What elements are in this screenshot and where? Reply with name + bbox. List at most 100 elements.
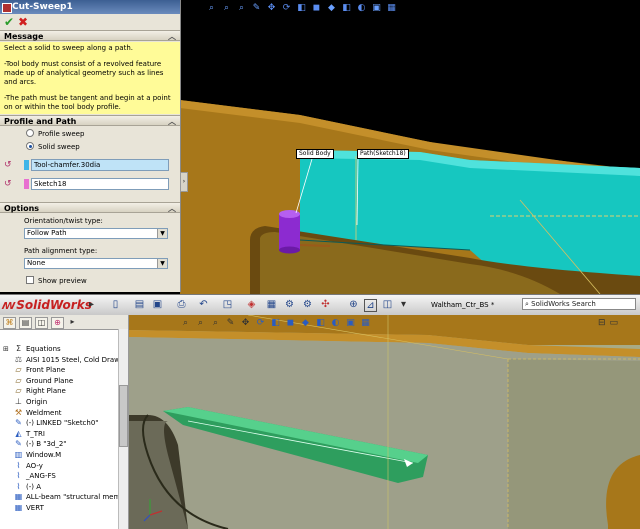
- tree-item-icon: Σ: [15, 344, 22, 353]
- path-callout[interactable]: Path(Sketch18): [357, 149, 409, 159]
- tree-item[interactable]: ◭ T_TRI: [14, 429, 124, 439]
- configuration-manager-tab-icon[interactable]: ◫: [35, 317, 48, 329]
- window-controls: ⊟ ▭: [598, 318, 618, 328]
- file-properties-icon[interactable]: ▦: [266, 299, 277, 310]
- view-settings-icon[interactable]: ▦: [360, 318, 371, 329]
- document-title: Waltham_Ctr_BS *: [431, 301, 495, 309]
- pan-icon[interactable]: ✥: [240, 318, 251, 329]
- toolbar-dropdown-icon[interactable]: ▾: [398, 299, 409, 310]
- tree-item[interactable]: ✎ (-) LINKED "Sketch0": [14, 418, 124, 428]
- save-icon[interactable]: ▣: [152, 299, 163, 310]
- tree-item[interactable]: ⌇ (-) A: [14, 482, 124, 492]
- instant3d-icon[interactable]: ✣: [320, 299, 331, 310]
- pan-icon[interactable]: ✥: [266, 3, 277, 14]
- display-pane-icon[interactable]: ⊟: [598, 318, 606, 328]
- tree-item[interactable]: ▱ Ground Plane: [14, 376, 124, 386]
- apply-scene-icon[interactable]: ▣: [345, 318, 356, 329]
- new-document-icon[interactable]: ▯: [110, 299, 121, 310]
- front-view-icon[interactable]: ◧: [270, 318, 281, 329]
- path-icon: ↺: [4, 179, 12, 189]
- solid-sweep-radio[interactable]: Solid sweep: [26, 142, 80, 152]
- dimxpert-tab-icon[interactable]: ⊕: [51, 317, 64, 329]
- tree-item-label: VERT: [26, 504, 44, 512]
- sketch-icon[interactable]: ⊿: [364, 299, 377, 312]
- tree-scrollbar-thumb[interactable]: [119, 385, 128, 447]
- zoom-area-icon[interactable]: ⌕: [195, 318, 206, 329]
- path-field[interactable]: Sketch18: [31, 178, 169, 190]
- solidworks-logo[interactable]: ꟿSolidWorks: [2, 297, 92, 313]
- menu-arrow-icon[interactable]: ▸: [86, 299, 97, 310]
- zoom-to-fit-icon[interactable]: ⌕: [206, 3, 217, 14]
- checkbox[interactable]: [26, 276, 34, 284]
- tree-item[interactable]: ⊥ Origin: [14, 397, 124, 407]
- show-preview-checkbox[interactable]: Show preview: [26, 276, 87, 286]
- open-icon[interactable]: ▤: [134, 299, 145, 310]
- edit-appearance-icon[interactable]: ◐: [330, 318, 341, 329]
- profile-path-section-header[interactable]: Profile and Path ︿: [0, 115, 180, 126]
- tree-item-icon: ⚖: [14, 354, 23, 364]
- rotate-icon[interactable]: ⟳: [281, 3, 292, 14]
- solid-body-callout[interactable]: Solid Body: [296, 149, 334, 159]
- tree-item[interactable]: ⚖ AISI 1015 Steel, Cold Drawn: [14, 355, 124, 365]
- top-view-toolbar: ⌕ ⌕ ⌕ ✎ ✥ ⟳ ◧ ◼ ◆ ◧ ◐ ▣ ▦: [206, 3, 397, 17]
- front-view-icon[interactable]: ◧: [296, 3, 307, 14]
- dropdown-arrow-icon[interactable]: ▼: [157, 229, 167, 238]
- orientation-select[interactable]: Follow Path ▼: [24, 228, 168, 239]
- restore-window-icon[interactable]: ▭: [610, 318, 619, 328]
- hide-show-icon[interactable]: ◧: [315, 318, 326, 329]
- profile-sweep-radio[interactable]: Profile sweep: [26, 129, 84, 139]
- dropdown-arrow-icon[interactable]: ▼: [157, 259, 167, 268]
- tree-item[interactable]: ⌇ AO-y: [14, 461, 124, 471]
- print-icon[interactable]: ⎙: [176, 299, 187, 310]
- manager-tabs: ⌘ ▤ ◫ ⊕ ▸: [0, 315, 128, 330]
- options-icon[interactable]: ⚙: [284, 299, 295, 310]
- property-manager-tab-icon[interactable]: ▤: [19, 317, 32, 329]
- undo-icon[interactable]: ↶: [198, 299, 209, 310]
- options-section-header[interactable]: Options ︿: [0, 202, 180, 213]
- expand-icon[interactable]: ⊞: [3, 344, 9, 354]
- cancel-button[interactable]: ✖: [18, 15, 28, 29]
- tree-item[interactable]: ▦ ALL-beam "structural membe: [14, 492, 128, 502]
- tool-body-field[interactable]: Tool-chamfer.30dia: [31, 159, 169, 171]
- snap-icon[interactable]: ⊕: [348, 299, 359, 310]
- search-input[interactable]: ⌕ SolidWorks Search: [522, 298, 636, 310]
- display-style-icon[interactable]: ◆: [326, 3, 337, 14]
- edit-appearance-icon[interactable]: ◐: [356, 3, 367, 14]
- section-view-icon[interactable]: ✎: [225, 318, 236, 329]
- tree-item[interactable]: ✎ (-) B "3d_2": [14, 439, 124, 449]
- radio-button-selected[interactable]: [26, 142, 34, 150]
- settings-icon[interactable]: ⚙: [302, 299, 313, 310]
- feature-manager-tab-icon[interactable]: ⌘: [3, 317, 16, 329]
- previous-view-icon[interactable]: ⌕: [236, 3, 247, 14]
- view-orientation-icon[interactable]: ◼: [285, 318, 296, 329]
- zoom-area-icon[interactable]: ⌕: [221, 3, 232, 14]
- zoom-to-fit-icon[interactable]: ⌕: [180, 318, 191, 329]
- tree-item[interactable]: ▱ Right Plane: [14, 386, 124, 396]
- previous-view-icon[interactable]: ⌕: [210, 318, 221, 329]
- smart-dimension-icon[interactable]: ◫: [382, 299, 393, 310]
- ok-button[interactable]: ✔: [4, 15, 14, 29]
- rebuild-icon[interactable]: ◈: [246, 299, 257, 310]
- display-style-icon[interactable]: ◆: [300, 318, 311, 329]
- tree-item[interactable]: ⌇ _ANG-FS: [14, 471, 124, 481]
- tree-item-icon: ⌇: [16, 460, 21, 470]
- alignment-select[interactable]: None ▼: [24, 258, 168, 269]
- hide-show-icon[interactable]: ◧: [341, 3, 352, 14]
- section-view-icon[interactable]: ✎: [251, 3, 262, 14]
- tree-item[interactable]: Σ Equations: [14, 344, 124, 354]
- bottom-viewport[interactable]: [128, 315, 640, 529]
- rotate-icon[interactable]: ⟳: [255, 318, 266, 329]
- tree-item[interactable]: ▥ Window.M: [14, 450, 124, 460]
- alignment-label: Path alignment type:: [24, 247, 98, 255]
- view-orientation-icon[interactable]: ◼: [311, 3, 322, 14]
- select-icon[interactable]: ◳: [222, 299, 233, 310]
- tree-item[interactable]: ▦ VERT: [14, 503, 124, 513]
- radio-button[interactable]: [26, 129, 34, 137]
- message-section-header[interactable]: Message ︿: [0, 30, 180, 41]
- apply-scene-icon[interactable]: ▣: [371, 3, 382, 14]
- tree-item[interactable]: ⚒ Weldment: [14, 408, 124, 418]
- view-settings-icon[interactable]: ▦: [386, 3, 397, 14]
- tree-tab-more-icon[interactable]: ▸: [67, 317, 78, 327]
- panel-expand-handle[interactable]: ›: [180, 172, 188, 192]
- tree-item[interactable]: ▱ Front Plane: [14, 365, 124, 375]
